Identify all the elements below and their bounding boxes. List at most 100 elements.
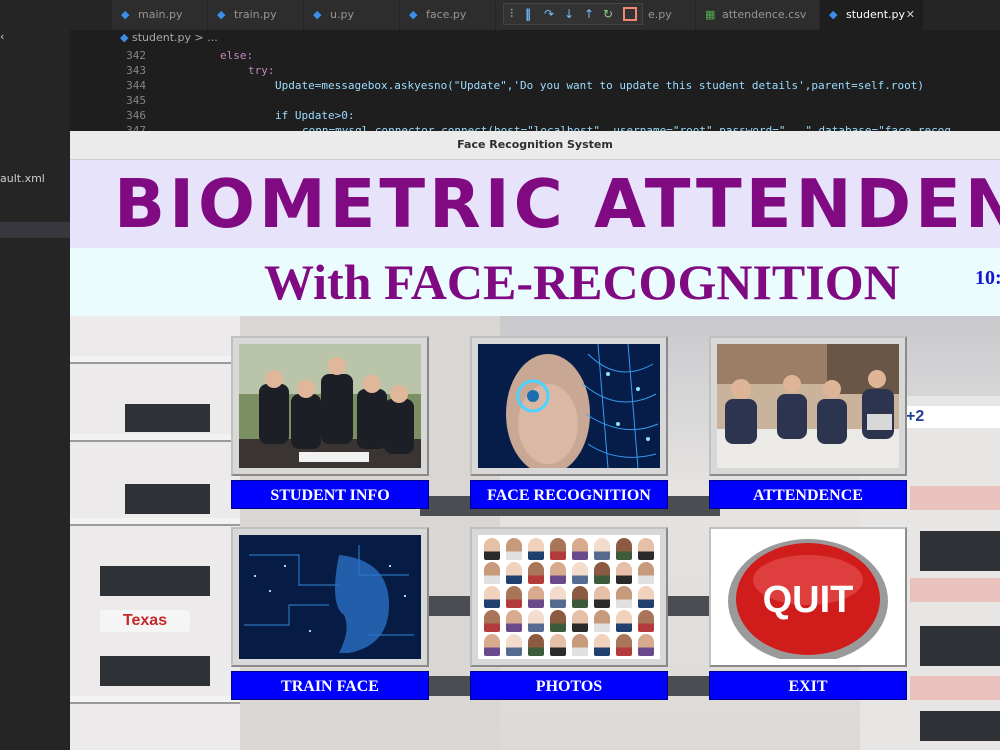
close-icon[interactable]: ✕	[906, 0, 915, 30]
pink-panel	[910, 578, 1000, 602]
step-out-icon[interactable]: ↑	[584, 6, 594, 22]
face-recognition-image-button[interactable]	[470, 336, 668, 476]
portrait-thumbnail	[484, 634, 500, 656]
portrait-thumbnail	[616, 634, 632, 656]
python-file-icon: ◆	[120, 31, 132, 44]
portrait-thumbnail	[484, 610, 500, 632]
portrait-thumbnail	[572, 538, 588, 560]
drag-handle-icon[interactable]: ⠇	[509, 6, 518, 22]
portrait-thumbnail	[638, 562, 654, 584]
portrait-thumbnail	[572, 634, 588, 656]
face-grid-image	[478, 535, 660, 659]
portrait-thumbnail	[528, 634, 544, 656]
code-editor[interactable]: 342 else: 343 try: 344 Update=messagebox.as…	[70, 48, 1000, 138]
restart-icon[interactable]: ↻	[603, 6, 613, 22]
portrait-thumbnail	[594, 610, 610, 632]
attendence-image-button[interactable]	[709, 336, 907, 476]
window-pane	[100, 656, 210, 686]
python-file-icon: ◆	[829, 8, 838, 21]
explorer-folder-indicator[interactable]: ‹	[0, 30, 4, 43]
exit-image-button[interactable]: QUIT	[709, 527, 907, 667]
portrait-thumbnail	[550, 586, 566, 608]
hero-banner: BIOMETRIC ATTENDENCE	[70, 160, 1000, 248]
explorer-sidebar: ‹ ault.xml	[0, 0, 70, 750]
step-over-icon[interactable]: ↷	[544, 6, 554, 22]
student-group-photo	[239, 344, 421, 468]
plus-two-sign: +2	[902, 406, 1000, 428]
explorer-selected-item[interactable]	[0, 222, 70, 238]
portrait-thumbnail	[506, 538, 522, 560]
portrait-thumbnail	[594, 634, 610, 656]
hero-title: BIOMETRIC ATTENDENCE	[114, 165, 1000, 243]
portrait-thumbnail	[484, 586, 500, 608]
portrait-thumbnail	[528, 538, 544, 560]
student-info-image-button[interactable]	[231, 336, 429, 476]
pink-panel	[910, 486, 1000, 510]
pause-icon[interactable]: ‖	[525, 6, 531, 22]
tab-train-py[interactable]: ◆ train.py	[208, 0, 304, 30]
portrait-thumbnail	[484, 562, 500, 584]
portrait-thumbnail	[572, 562, 588, 584]
explorer-file-item[interactable]: ault.xml	[0, 172, 45, 185]
portrait-thumbnail	[572, 610, 588, 632]
csv-file-icon: ▦	[705, 8, 716, 21]
balcony	[70, 518, 240, 526]
python-file-icon: ◆	[121, 8, 130, 21]
subtitle: With FACE-RECOGNITION	[264, 254, 900, 310]
window-pane	[920, 531, 1000, 571]
photos-button[interactable]: PHOTOS	[470, 671, 668, 700]
train-face-image-button[interactable]	[231, 527, 429, 667]
window-pane	[920, 626, 1000, 666]
portrait-thumbnail	[528, 610, 544, 632]
tab-student-py[interactable]: ◆ student.py ✕	[820, 0, 924, 30]
portrait-thumbnail	[550, 634, 566, 656]
subtitle-banner: With FACE-RECOGNITION 10:	[70, 248, 1000, 316]
attendence-button[interactable]: ATTENDENCE	[709, 480, 907, 509]
portrait-thumbnail	[506, 562, 522, 584]
train-face-button[interactable]: TRAIN FACE	[231, 671, 429, 700]
app-window: Face Recognition System BIOMETRIC ATTEND…	[70, 131, 1000, 750]
window-pane	[125, 484, 210, 514]
classroom-photo	[717, 344, 899, 468]
balcony	[70, 356, 240, 364]
pink-panel	[910, 676, 1000, 700]
quit-sign-text: QUIT	[762, 579, 854, 621]
balcony	[70, 434, 240, 442]
tab-face-py[interactable]: ◆ face.py	[400, 0, 496, 30]
window-pane	[920, 711, 1000, 741]
tab-attendence-csv[interactable]: ▦ attendence.csv	[696, 0, 820, 30]
portrait-thumbnail	[528, 562, 544, 584]
step-into-icon[interactable]: ↓	[564, 6, 574, 22]
python-file-icon: ◆	[217, 8, 226, 21]
portrait-thumbnail	[616, 586, 632, 608]
window-titlebar[interactable]: Face Recognition System	[70, 131, 1000, 160]
balcony	[70, 696, 240, 704]
exit-button[interactable]: EXIT	[709, 671, 907, 700]
portrait-thumbnail	[594, 562, 610, 584]
face-recognition-button[interactable]: FACE RECOGNITION	[470, 480, 668, 509]
portrait-thumbnail	[638, 610, 654, 632]
portrait-thumbnail	[550, 538, 566, 560]
student-info-button[interactable]: STUDENT INFO	[231, 480, 429, 509]
python-file-icon: ◆	[409, 8, 418, 21]
portrait-thumbnail	[638, 538, 654, 560]
portrait-thumbnail	[616, 562, 632, 584]
portrait-thumbnail	[550, 562, 566, 584]
python-file-icon: ◆	[313, 8, 322, 21]
portrait-thumbnail	[550, 610, 566, 632]
portrait-thumbnail	[616, 538, 632, 560]
breadcrumb: ◆ student.py > ...	[120, 31, 218, 44]
portrait-thumbnail	[638, 634, 654, 656]
portrait-thumbnail	[616, 610, 632, 632]
portrait-thumbnail	[594, 586, 610, 608]
portrait-thumbnail	[594, 538, 610, 560]
texas-sign: Texas	[100, 610, 190, 632]
tab-u-py[interactable]: ◆ u.py	[304, 0, 400, 30]
tab-main-py[interactable]: ◆ main.py	[112, 0, 208, 30]
portrait-thumbnail	[506, 610, 522, 632]
stop-icon[interactable]	[623, 7, 637, 21]
portrait-thumbnail	[638, 586, 654, 608]
ai-face-scan-image	[478, 344, 660, 468]
portrait-thumbnail	[506, 634, 522, 656]
photos-image-button[interactable]	[470, 527, 668, 667]
